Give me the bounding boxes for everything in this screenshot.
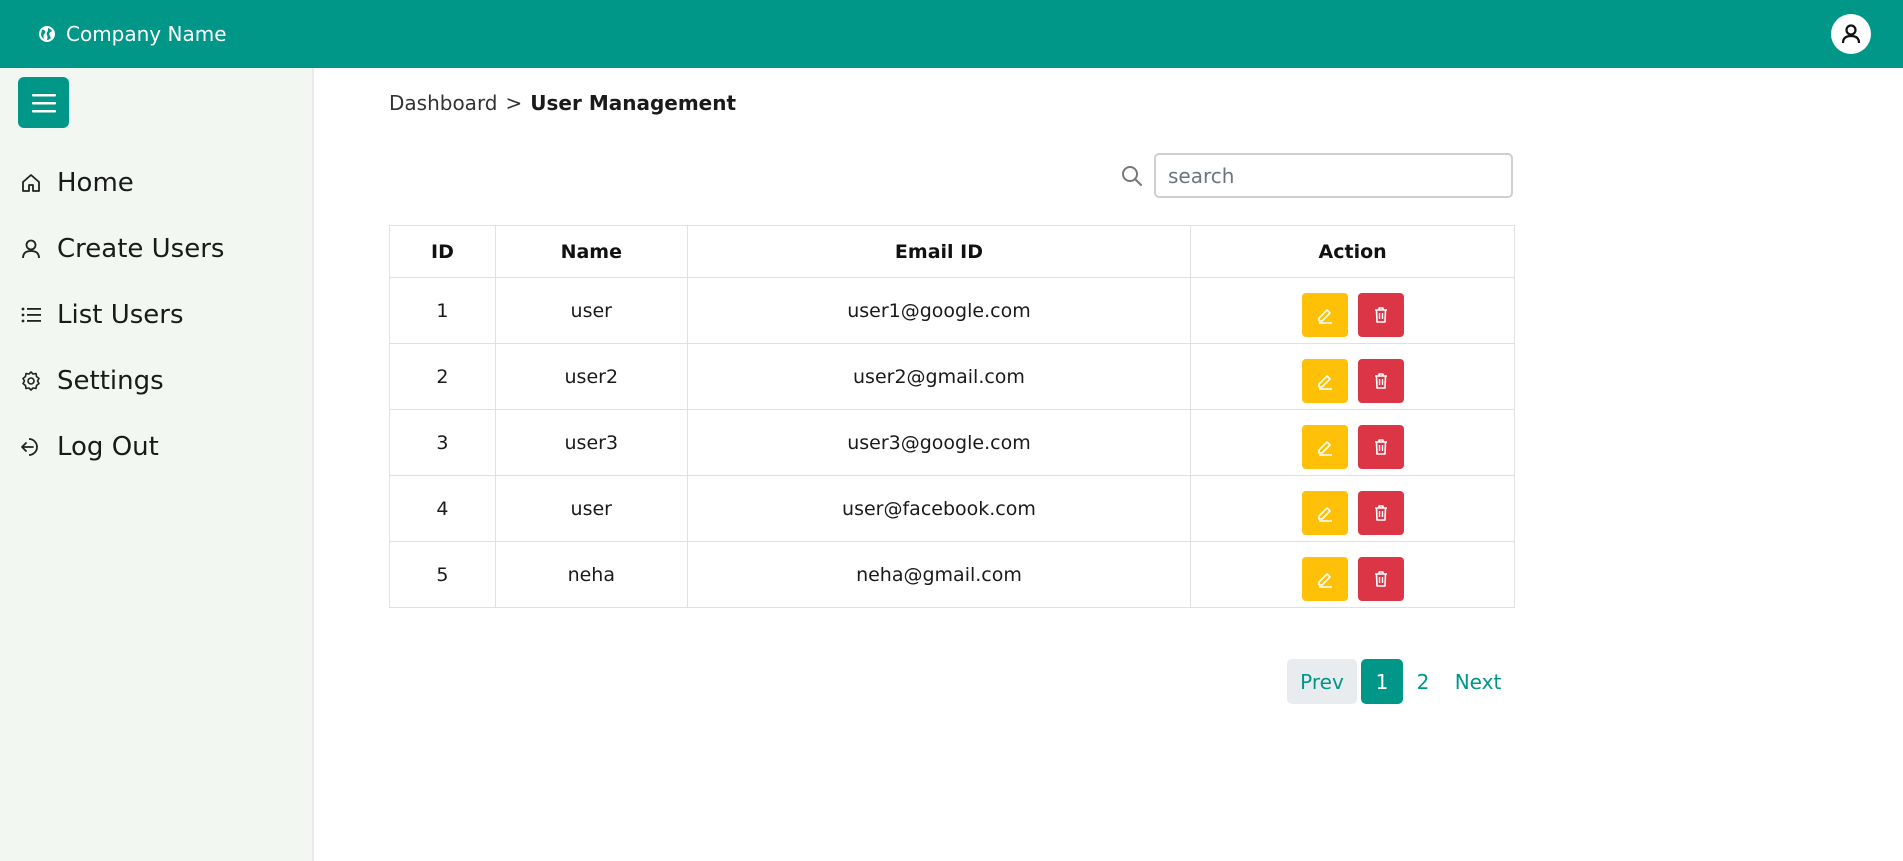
cell-email: neha@gmail.com	[686, 541, 1192, 608]
sidebar: Home Create Users List Users Settings Lo…	[0, 68, 314, 861]
edit-button[interactable]	[1301, 424, 1348, 469]
delete-button[interactable]	[1357, 490, 1404, 535]
column-header-name: Name	[494, 225, 688, 278]
sidebar-nav: Home Create Users List Users Settings Lo…	[0, 150, 314, 480]
delete-button[interactable]	[1357, 292, 1404, 337]
pagination: Prev 1 2 Next	[1287, 659, 1513, 704]
column-header-email: Email ID	[686, 225, 1192, 278]
users-table: ID Name Email ID Action 1 user user1@goo…	[389, 225, 1515, 608]
edit-button[interactable]	[1301, 358, 1348, 403]
page-button-2[interactable]: 2	[1403, 659, 1443, 704]
edit-button[interactable]	[1301, 556, 1348, 601]
trash-icon	[1374, 438, 1387, 455]
edit-button[interactable]	[1301, 490, 1348, 535]
pencil-icon	[1317, 308, 1332, 324]
search-icon	[1120, 164, 1144, 188]
sidebar-item-create-users[interactable]: Create Users	[0, 216, 314, 282]
breadcrumb-current: User Management	[530, 91, 737, 115]
cell-id: 2	[389, 343, 496, 410]
trash-icon	[1374, 306, 1387, 323]
sidebar-item-label: Settings	[57, 366, 164, 396]
page-button-1[interactable]: 1	[1361, 659, 1403, 704]
list-icon	[20, 304, 42, 326]
pencil-icon	[1317, 374, 1332, 390]
home-icon	[20, 172, 42, 194]
cell-id: 1	[389, 277, 496, 344]
breadcrumb-separator: >	[505, 91, 523, 115]
prev-page-button[interactable]: Prev	[1287, 659, 1357, 704]
table-row: 5 neha neha@gmail.com	[389, 541, 1515, 608]
edit-button[interactable]	[1301, 292, 1348, 337]
sidebar-item-label: Create Users	[57, 234, 225, 264]
table-row: 1 user user1@google.com	[389, 277, 1515, 344]
delete-button[interactable]	[1357, 556, 1404, 601]
cell-name: neha	[494, 541, 688, 608]
cell-email: user2@gmail.com	[686, 343, 1192, 410]
cell-actions	[1190, 475, 1515, 542]
cell-email: user3@google.com	[686, 409, 1192, 476]
sidebar-item-home[interactable]: Home	[0, 150, 314, 216]
brand[interactable]: Company Name	[38, 22, 227, 46]
gear-icon	[20, 370, 42, 392]
cell-id: 3	[389, 409, 496, 476]
hamburger-menu-icon	[31, 93, 56, 112]
trash-icon	[1374, 504, 1387, 521]
column-header-id: ID	[389, 225, 496, 278]
pencil-icon	[1317, 440, 1332, 456]
user-circle-icon[interactable]	[1831, 14, 1871, 54]
sidebar-item-settings[interactable]: Settings	[0, 348, 314, 414]
sidebar-item-log-out[interactable]: Log Out	[0, 414, 314, 480]
cell-actions	[1190, 277, 1515, 344]
search-input[interactable]	[1154, 153, 1513, 198]
brand-name: Company Name	[66, 22, 227, 46]
cell-actions	[1190, 541, 1515, 608]
logout-icon	[20, 436, 42, 458]
cell-actions	[1190, 409, 1515, 476]
table-row: 2 user2 user2@gmail.com	[389, 343, 1515, 410]
cell-name: user	[494, 475, 688, 542]
delete-button[interactable]	[1357, 358, 1404, 403]
cell-id: 4	[389, 475, 496, 542]
user-icon	[20, 238, 42, 260]
trash-icon	[1374, 570, 1387, 587]
table-row: 4 user user@facebook.com	[389, 475, 1515, 542]
next-page-button[interactable]: Next	[1443, 659, 1513, 704]
sidebar-item-list-users[interactable]: List Users	[0, 282, 314, 348]
pencil-icon	[1317, 506, 1332, 522]
cell-actions	[1190, 343, 1515, 410]
cell-id: 5	[389, 541, 496, 608]
cell-name: user	[494, 277, 688, 344]
search-bar	[1120, 153, 1513, 198]
hamburger-menu-button[interactable]	[18, 77, 69, 128]
table-row: 3 user3 user3@google.com	[389, 409, 1515, 476]
breadcrumb-dashboard-link[interactable]: Dashboard	[389, 91, 498, 115]
sidebar-item-label: Log Out	[57, 432, 159, 462]
table-header-row: ID Name Email ID Action	[389, 225, 1515, 278]
column-header-action: Action	[1190, 225, 1515, 278]
globe-icon	[38, 25, 56, 43]
trash-icon	[1374, 372, 1387, 389]
sidebar-item-label: Home	[57, 168, 134, 198]
pencil-icon	[1317, 572, 1332, 588]
sidebar-item-label: List Users	[57, 300, 184, 330]
cell-email: user1@google.com	[686, 277, 1192, 344]
breadcrumb: Dashboard > User Management	[389, 91, 736, 115]
cell-email: user@facebook.com	[686, 475, 1192, 542]
cell-name: user3	[494, 409, 688, 476]
top-header-bar: Company Name	[0, 0, 1903, 68]
delete-button[interactable]	[1357, 424, 1404, 469]
cell-name: user2	[494, 343, 688, 410]
